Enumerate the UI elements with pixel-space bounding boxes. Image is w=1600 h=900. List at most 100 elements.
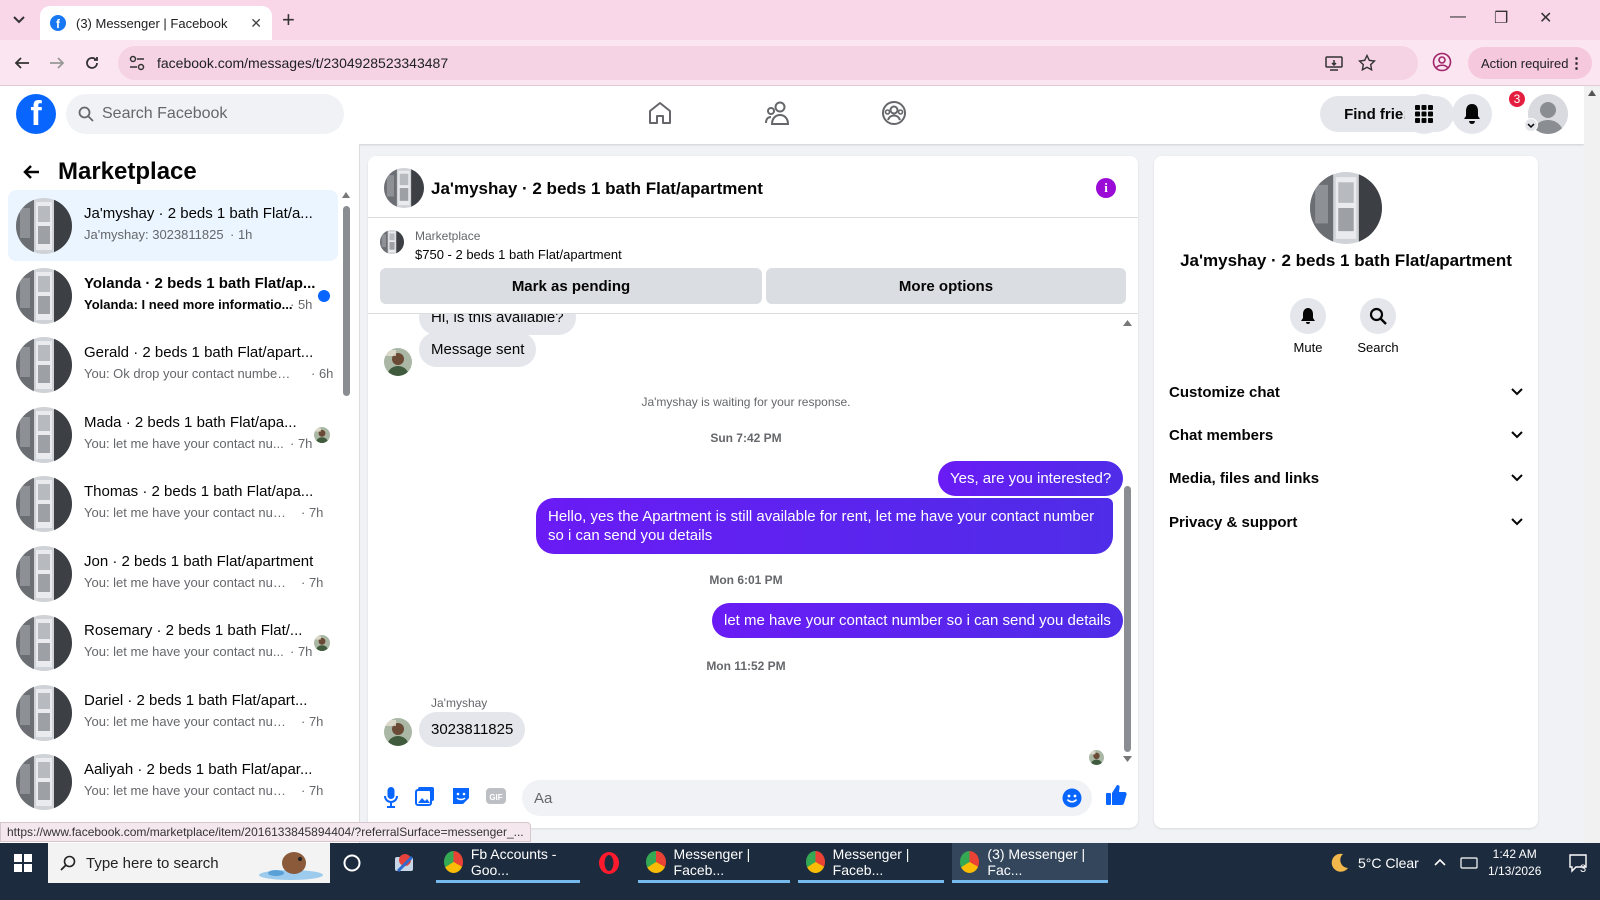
keyboard-icon[interactable] bbox=[1460, 855, 1478, 871]
home-icon[interactable] bbox=[647, 100, 673, 126]
marketplace-listing-bar: Marketplace $750 - 2 beds 1 bath Flat/ap… bbox=[368, 218, 1138, 314]
minimize-button[interactable]: — bbox=[1450, 8, 1466, 26]
profile-avatar[interactable] bbox=[1310, 172, 1382, 244]
forward-button[interactable] bbox=[45, 51, 69, 75]
conversation-list-scrollbar[interactable] bbox=[341, 190, 351, 810]
page-scrollbar[interactable] bbox=[1584, 86, 1600, 859]
conversation-item[interactable]: Dariel · 2 beds 1 bath Flat/apart... You:… bbox=[8, 677, 338, 748]
more-options-button[interactable]: More options bbox=[766, 268, 1126, 304]
conversation-time: · 7h bbox=[301, 783, 324, 798]
gif-icon[interactable]: GIF bbox=[485, 786, 507, 806]
taskbar-app-messenger-active[interactable]: (3) Messenger | Fac... bbox=[952, 843, 1108, 883]
row-label: Chat members bbox=[1169, 426, 1274, 444]
chat-scrollbar[interactable] bbox=[1120, 318, 1134, 766]
back-arrow-icon[interactable] bbox=[22, 164, 40, 180]
friends-icon[interactable] bbox=[764, 100, 792, 126]
photo-icon[interactable] bbox=[415, 786, 435, 806]
row-label: Media, files and links bbox=[1169, 469, 1320, 487]
taskbar-app-fb-accounts[interactable]: Fb Accounts - Goo... bbox=[436, 843, 580, 883]
scroll-up-icon[interactable] bbox=[1588, 90, 1596, 96]
site-settings-icon[interactable] bbox=[128, 54, 146, 72]
reload-button[interactable] bbox=[80, 51, 104, 75]
conversation-item[interactable]: Ja'myshay · 2 beds 1 bath Flat/a... Ja'my… bbox=[8, 190, 338, 261]
bookmark-star-icon[interactable] bbox=[1358, 54, 1376, 72]
clock-time: 1:42 AM bbox=[1492, 847, 1537, 861]
system-clock[interactable]: 1:42 AM 1/13/2026 bbox=[1488, 846, 1541, 880]
menu-button[interactable] bbox=[1404, 94, 1444, 134]
action-required-button[interactable]: Action required ⋮ bbox=[1468, 47, 1592, 79]
listing-title[interactable]: $750 - 2 beds 1 bath Flat/apartment bbox=[415, 247, 622, 262]
conversation-info-button[interactable]: i bbox=[1096, 178, 1116, 198]
conversation-time: · 6h bbox=[311, 366, 334, 381]
cortana-icon[interactable] bbox=[343, 854, 361, 872]
account-chevron-icon[interactable] bbox=[1524, 118, 1538, 132]
conversation-item[interactable]: Jon · 2 beds 1 bath Flat/apartment You: l… bbox=[8, 538, 338, 609]
listing-thumbnail[interactable] bbox=[380, 230, 404, 254]
taskbar-app-messenger-1[interactable]: Messenger | Faceb... bbox=[638, 843, 790, 883]
tab-search-button[interactable] bbox=[8, 10, 30, 30]
conversation-thumbnail bbox=[16, 754, 72, 810]
chat-avatar[interactable] bbox=[384, 168, 424, 208]
install-app-icon[interactable] bbox=[1325, 54, 1343, 72]
message-bubble-outgoing: Hello, yes the Apartment is still availa… bbox=[536, 498, 1113, 554]
address-bar[interactable]: facebook.com/messages/t/2304928523343487 bbox=[118, 46, 1418, 80]
facebook-logo[interactable]: f bbox=[16, 94, 56, 134]
chevron-up-icon[interactable] bbox=[1434, 858, 1446, 866]
tab-title: (3) Messenger | Facebook bbox=[76, 15, 228, 31]
chat-members-row[interactable]: Chat members bbox=[1169, 415, 1523, 455]
mute-button[interactable]: Mute bbox=[1278, 298, 1338, 355]
taskbar-app-messenger-2[interactable]: Messenger | Faceb... bbox=[798, 843, 944, 883]
window-close-button[interactable]: ✕ bbox=[1539, 8, 1552, 28]
scroll-down-icon[interactable] bbox=[1123, 756, 1132, 762]
task-view-app-icon[interactable] bbox=[392, 851, 418, 875]
browser-tab-active[interactable]: f (3) Messenger | Facebook ✕ bbox=[40, 6, 272, 40]
more-menu-icon[interactable]: ⋮ bbox=[1569, 54, 1584, 72]
thumbs-up-icon[interactable] bbox=[1105, 784, 1127, 806]
conversation-preview: You: let me have your contact num... bbox=[84, 713, 294, 729]
message-input-placeholder: Aa bbox=[534, 789, 553, 807]
taskbar-app-label: Messenger | Faceb... bbox=[673, 845, 751, 878]
opera-icon[interactable] bbox=[597, 851, 621, 875]
windows-start-icon[interactable] bbox=[14, 854, 32, 872]
chat-title[interactable]: Ja'myshay · 2 beds 1 bath Flat/apartment bbox=[431, 179, 763, 199]
read-receipt-avatar bbox=[314, 426, 330, 443]
facebook-search-input[interactable]: Search Facebook bbox=[66, 94, 344, 134]
new-tab-button[interactable]: + bbox=[282, 8, 295, 32]
privacy-support-row[interactable]: Privacy & support bbox=[1169, 502, 1523, 542]
message-input[interactable]: Aa bbox=[522, 780, 1092, 816]
scroll-up-icon[interactable] bbox=[1123, 320, 1132, 326]
profile-icon[interactable] bbox=[1432, 52, 1452, 72]
taskbar-search-input[interactable]: Type here to search bbox=[48, 843, 330, 883]
conversation-sidebar: Marketplace Ja'myshay · 2 beds 1 bath Fl… bbox=[0, 144, 360, 859]
browser-tabstrip: f (3) Messenger | Facebook ✕ + — ❐ ✕ bbox=[0, 0, 1600, 40]
svg-text:GIF: GIF bbox=[489, 793, 502, 802]
mark-as-pending-button[interactable]: Mark as pending bbox=[380, 268, 762, 304]
url-text[interactable]: facebook.com/messages/t/2304928523343487 bbox=[157, 55, 448, 71]
tab-close-icon[interactable]: ✕ bbox=[250, 15, 262, 32]
conversation-item[interactable]: Gerald · 2 beds 1 bath Flat/apart... You:… bbox=[8, 329, 338, 400]
scroll-thumb[interactable] bbox=[343, 206, 350, 396]
taskbar-app-label: Messenger | Faceb... bbox=[832, 845, 910, 878]
media-files-links-row[interactable]: Media, files and links bbox=[1169, 458, 1523, 498]
emoji-icon[interactable] bbox=[1062, 788, 1082, 808]
restore-button[interactable]: ❐ bbox=[1494, 8, 1508, 28]
microphone-icon[interactable] bbox=[384, 786, 398, 808]
conversation-item[interactable]: Aaliyah · 2 beds 1 bath Flat/apar... You:… bbox=[8, 746, 338, 817]
notifications-button[interactable] bbox=[1452, 94, 1492, 134]
conversation-item[interactable]: Rosemary · 2 beds 1 bath Flat/... You: le… bbox=[8, 607, 338, 678]
sticker-icon[interactable] bbox=[451, 786, 471, 806]
search-icon bbox=[1369, 307, 1387, 325]
conversation-item[interactable]: Mada · 2 beds 1 bath Flat/apa... You: let… bbox=[8, 399, 338, 470]
sender-avatar bbox=[384, 348, 412, 376]
weather-widget[interactable]: 5°C Clear bbox=[1328, 843, 1419, 883]
search-in-conversation-button[interactable]: Search bbox=[1348, 298, 1408, 355]
scroll-thumb[interactable] bbox=[1124, 486, 1131, 752]
back-button[interactable] bbox=[10, 51, 34, 75]
conversation-thumbnail bbox=[16, 198, 72, 254]
scroll-up-icon[interactable] bbox=[342, 192, 350, 198]
customize-chat-row[interactable]: Customize chat bbox=[1169, 372, 1523, 412]
groups-icon[interactable] bbox=[881, 100, 907, 126]
conversation-time: · 1h bbox=[230, 227, 253, 242]
conversation-item[interactable]: Yolanda · 2 beds 1 bath Flat/ap... Yoland… bbox=[8, 260, 338, 331]
conversation-item[interactable]: Thomas · 2 beds 1 bath Flat/apa... You: l… bbox=[8, 468, 338, 539]
